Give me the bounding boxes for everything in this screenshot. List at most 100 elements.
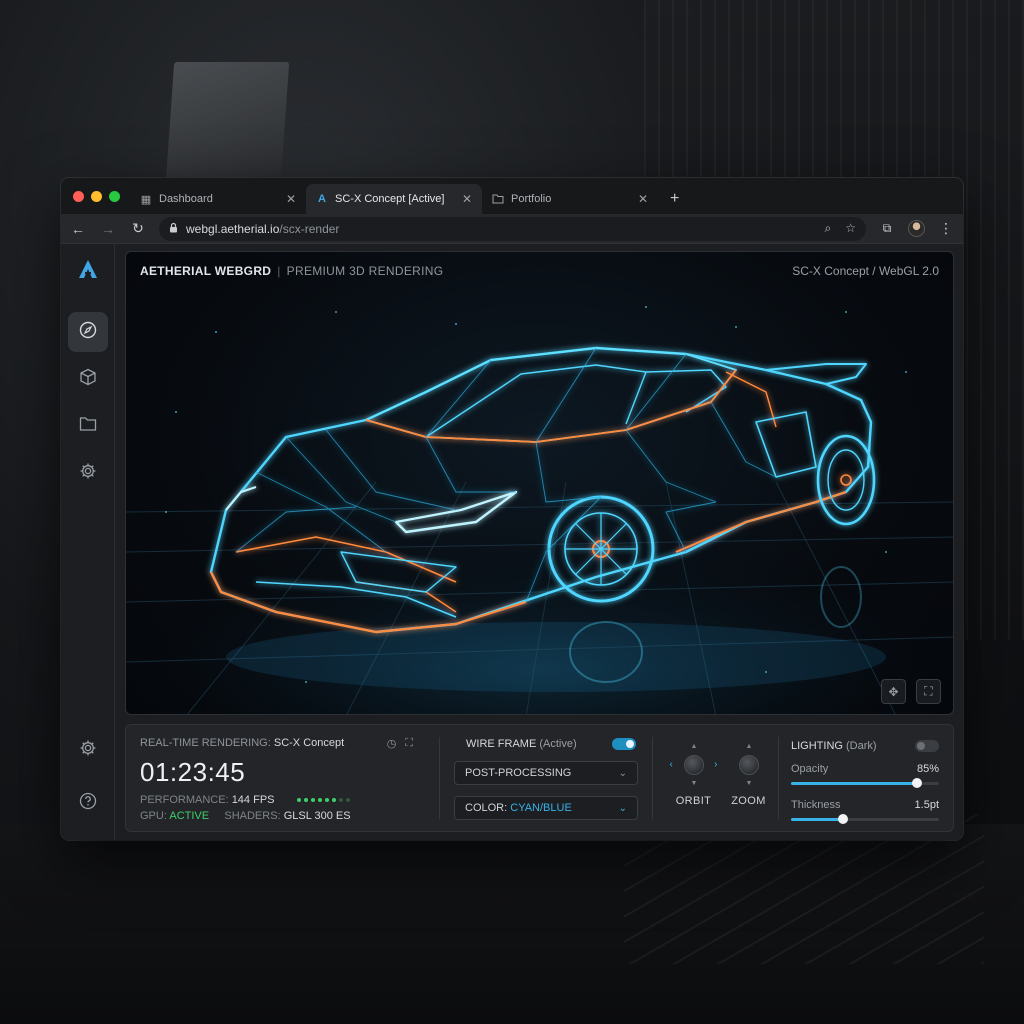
gpu-label: GPU: <box>140 810 167 822</box>
reload-icon[interactable]: ↻ <box>129 220 147 237</box>
color-select[interactable]: COLOR: CYAN/BLUE ⌄ <box>454 796 638 820</box>
orbit-control[interactable]: ▲ ‹ › ▼ ORBIT <box>670 743 718 807</box>
opacity-value: 85% <box>916 763 939 775</box>
render-timer: 01:23:45 <box>140 757 246 787</box>
sidebar-item-help[interactable] <box>68 783 108 823</box>
joystick-knob[interactable] <box>738 755 759 775</box>
close-tab-icon[interactable]: ✕ <box>462 192 472 206</box>
wireframe-toggle[interactable] <box>612 738 636 750</box>
gear-icon <box>79 462 97 485</box>
performance-meter-dot <box>317 798 322 802</box>
url-path: /scx-render <box>279 221 340 236</box>
brand-title: AETHERIAL WEBGRD <box>140 264 272 278</box>
opacity-slider-handle[interactable] <box>911 778 922 788</box>
tab-bar: ▦ Dashboard ✕ A SC-X Concept [Active] ✕ … <box>61 178 963 214</box>
lighting-toggle[interactable] <box>915 740 939 752</box>
header-separator: | <box>277 264 281 278</box>
shaders-label: SHADERS: <box>224 810 281 822</box>
fullscreen-icon[interactable]: ⛶ <box>916 679 941 704</box>
thickness-value: 1.5pt <box>914 799 939 811</box>
color-label: COLOR: <box>465 802 508 814</box>
realtime-model: SC-X Concept <box>273 737 345 749</box>
tab-portfolio[interactable]: Portfolio ✕ <box>482 184 658 214</box>
performance-meter-dot <box>324 798 329 802</box>
zoom-label: ZOOM <box>731 795 766 807</box>
zoom-control[interactable]: ▲ ▼ ZOOM <box>725 743 773 807</box>
close-window-button[interactable] <box>73 190 84 202</box>
app-content: AETHERIAL WEBGRD | PREMIUM 3D RENDERING SC… <box>61 244 963 840</box>
joystick-knob[interactable] <box>683 755 704 775</box>
sidebar-item-settings[interactable] <box>68 453 108 493</box>
clock-icon[interactable]: ◷ <box>387 737 397 750</box>
sidebar-item-models[interactable] <box>68 359 108 399</box>
sidebar-bottom <box>68 730 108 830</box>
arrow-down-icon: ▼ <box>745 780 753 787</box>
tab-scx-concept[interactable]: A SC-X Concept [Active] ✕ <box>306 184 482 214</box>
more-menu-icon[interactable]: ⋮ <box>937 220 955 237</box>
thickness-row: Thickness 1.5pt <box>791 799 939 811</box>
performance-row: PERFORMANCE: 144 FPS <box>140 794 425 806</box>
arrow-up-icon: ▲ <box>690 743 698 750</box>
close-tab-icon[interactable]: ✕ <box>286 192 296 206</box>
viewport-tools: ✥ ⛶ <box>881 679 941 704</box>
realtime-label: REAL-TIME RENDERING: SC-X Concept <box>140 737 425 749</box>
grid-icon: ▦ <box>140 193 152 206</box>
orbit-joystick[interactable]: ▲ ‹ › ▼ <box>670 743 718 787</box>
sidebar-item-files[interactable] <box>68 406 108 446</box>
divider <box>439 737 440 819</box>
expand-icon[interactable]: ⛶ <box>405 737 413 750</box>
close-tab-icon[interactable]: ✕ <box>638 192 648 206</box>
gpu-row: GPU: ACTIVE SHADERS: GLSL 300 ES <box>140 810 425 822</box>
postprocessing-label: POST-PROCESSING <box>465 767 572 779</box>
lock-icon <box>169 222 178 236</box>
profile-avatar[interactable] <box>908 220 925 237</box>
lighting-options: LIGHTING (Dark) Opacity 85% Thickness 1.… <box>791 737 939 824</box>
window-controls <box>61 178 130 214</box>
url-bar[interactable]: webgl.aetherial.io/scx-render ⌕ ☆ <box>159 216 866 241</box>
realtime-label-text: REAL-TIME RENDERING: <box>140 737 271 749</box>
brand-subtitle: PREMIUM 3D RENDERING <box>286 264 444 278</box>
render-viewport[interactable]: AETHERIAL WEBGRD | PREMIUM 3D RENDERING SC… <box>125 251 954 715</box>
opacity-row: Opacity 85% <box>791 763 939 775</box>
zoom-search-icon[interactable]: ⌕ <box>825 221 832 236</box>
thickness-slider-handle[interactable] <box>837 814 848 824</box>
performance-label: PERFORMANCE: <box>140 794 229 806</box>
folder-icon <box>79 416 97 437</box>
thickness-slider[interactable] <box>791 814 939 824</box>
postprocessing-select[interactable]: POST-PROCESSING ⌄ <box>454 761 638 785</box>
wireframe-car-render <box>126 306 953 714</box>
arrow-left-icon: ‹ <box>669 759 673 770</box>
forward-arrow-icon[interactable]: → <box>99 221 117 237</box>
render-status: REAL-TIME RENDERING: SC-X Concept ◷ ⛶ 01… <box>140 737 425 822</box>
new-tab-button[interactable]: + <box>658 184 691 214</box>
maximize-window-button[interactable] <box>109 190 120 202</box>
back-arrow-icon[interactable]: ← <box>69 221 87 237</box>
divider <box>778 737 779 819</box>
sidebar-item-preferences[interactable] <box>68 730 108 770</box>
bookmark-star-icon[interactable]: ☆ <box>845 221 856 236</box>
zoom-joystick[interactable]: ▲ ▼ <box>725 743 773 787</box>
lighting-state: (Dark) <box>846 740 877 752</box>
sidebar <box>61 244 115 840</box>
performance-value: 144 FPS <box>231 794 275 806</box>
tab-dashboard[interactable]: ▦ Dashboard ✕ <box>130 184 306 214</box>
performance-meter-dot <box>296 798 301 802</box>
color-value: CYAN/BLUE <box>510 802 572 814</box>
status-actions: ◷ ⛶ <box>387 737 413 750</box>
minimize-window-button[interactable] <box>91 190 102 202</box>
model-info: SC-X Concept / WebGL 2.0 <box>792 264 939 278</box>
shaders-value: GLSL 300 ES <box>283 810 351 822</box>
cube-icon <box>79 368 97 391</box>
move-icon[interactable]: ✥ <box>881 679 906 704</box>
wireframe-row: WIRE FRAME (Active) <box>454 735 638 753</box>
extension-icon[interactable]: ⧉ <box>878 221 896 236</box>
opacity-slider-fill <box>791 782 917 785</box>
sidebar-item-explore[interactable] <box>67 312 108 352</box>
tab-label: Dashboard <box>159 193 213 205</box>
chevron-down-icon: ⌄ <box>618 802 627 814</box>
opacity-slider[interactable] <box>791 778 939 788</box>
address-toolbar: ← → ↻ webgl.aetherial.io/scx-render ⌕ ☆ … <box>61 214 963 244</box>
camera-controls: ▲ ‹ › ▼ ORBIT ▲ ▼ ZOOM <box>666 743 776 807</box>
aetherial-logo-icon[interactable] <box>77 258 99 286</box>
performance-meter-dot <box>310 798 315 802</box>
